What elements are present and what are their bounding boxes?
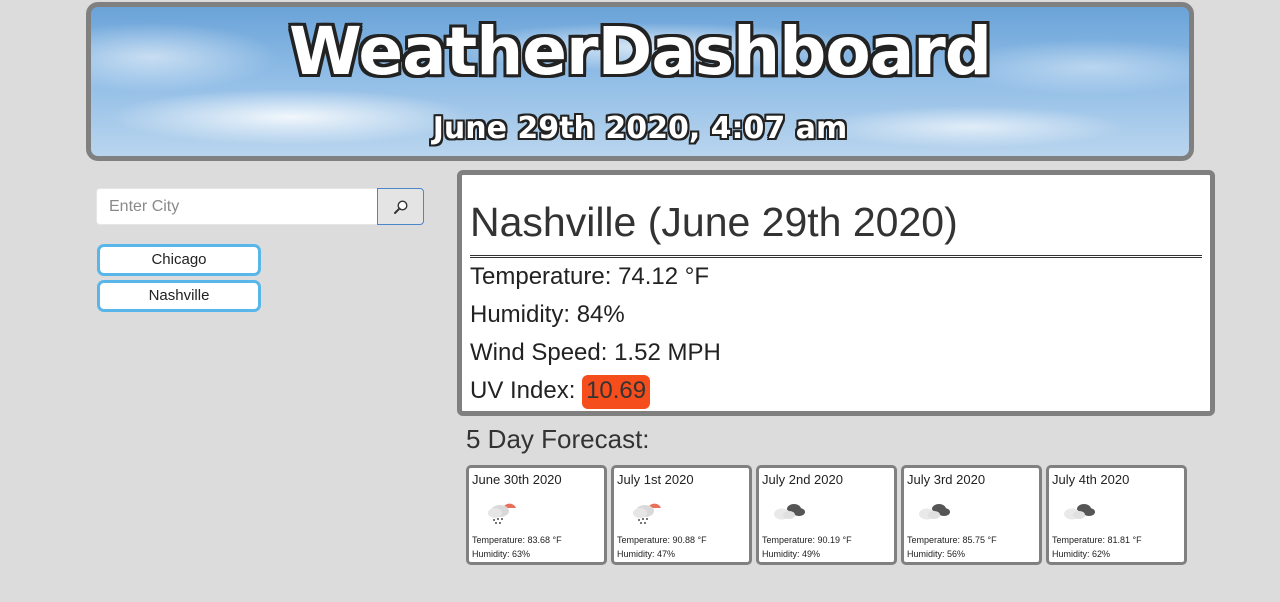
current-temperature: Temperature: 74.12 °F: [470, 263, 710, 290]
broken-clouds-icon: [774, 504, 805, 520]
search-icon: [393, 199, 408, 214]
search-bar: [96, 188, 424, 225]
forecast-card: June 30th 2020 Temperature: 83.68 °F Hum…: [466, 465, 607, 565]
forecast-temperature: Temperature: 90.88 °F: [617, 535, 707, 545]
header-banner: WeatherDashboard June 29th 2020, 4:07 am: [86, 2, 1194, 161]
history-city-button[interactable]: Nashville: [97, 280, 261, 312]
forecast-temperature: Temperature: 83.68 °F: [472, 535, 562, 545]
rain-sun-icon: [633, 503, 661, 524]
forecast-card: July 1st 2020 Temperature: 90.88 °F Humi…: [611, 465, 752, 565]
forecast-date: June 30th 2020: [472, 472, 562, 487]
uv-value-badge: 10.69: [582, 375, 651, 409]
forecast-humidity: Humidity: 47%: [617, 549, 676, 559]
app-title: WeatherDashboard: [288, 13, 992, 90]
broken-clouds-icon: [919, 504, 950, 520]
forecast-date: July 3rd 2020: [907, 472, 986, 487]
forecast-humidity: Humidity: 49%: [762, 549, 821, 559]
forecast-heading: 5 Day Forecast:: [466, 424, 650, 454]
search-button[interactable]: [377, 188, 424, 225]
forecast-temperature: Temperature: 81.81 °F: [1052, 535, 1142, 545]
forecast-humidity: Humidity: 56%: [907, 549, 966, 559]
broken-clouds-icon: [1064, 504, 1095, 520]
forecast-card: July 3rd 2020 Temperature: 85.75 °F Humi…: [901, 465, 1042, 565]
current-weather-card: Nashville (June 29th 2020) Temperature: …: [457, 170, 1215, 416]
current-city-title: Nashville (June 29th 2020): [470, 199, 958, 245]
current-wind-speed: Wind Speed: 1.52 MPH: [470, 339, 721, 366]
current-humidity: Humidity: 84%: [470, 301, 625, 328]
forecast-humidity: Humidity: 62%: [1052, 549, 1111, 559]
forecast-card: July 2nd 2020 Temperature: 90.19 °F Humi…: [756, 465, 897, 565]
forecast-temperature: Temperature: 90.19 °F: [762, 535, 852, 545]
current-uv-index: UV Index: 10.69: [470, 372, 1202, 410]
current-datetime: June 29th 2020, 4:07 am: [432, 111, 848, 146]
forecast-temperature: Temperature: 85.75 °F: [907, 535, 997, 545]
forecast-date: July 1st 2020: [617, 472, 694, 487]
rain-sun-icon: [488, 503, 516, 524]
forecast-row: June 30th 2020 Temperature: 83.68 °F Hum…: [466, 465, 1187, 565]
forecast-date: July 2nd 2020: [762, 472, 843, 487]
history-city-button[interactable]: Chicago: [97, 244, 261, 276]
forecast-humidity: Humidity: 63%: [472, 549, 531, 559]
search-history: Chicago Nashville: [97, 244, 261, 316]
uv-label: UV Index:: [470, 377, 583, 404]
city-search-input[interactable]: [96, 188, 377, 225]
forecast-card: July 4th 2020 Temperature: 81.81 °F Humi…: [1046, 465, 1187, 565]
forecast-date: July 4th 2020: [1052, 472, 1130, 487]
